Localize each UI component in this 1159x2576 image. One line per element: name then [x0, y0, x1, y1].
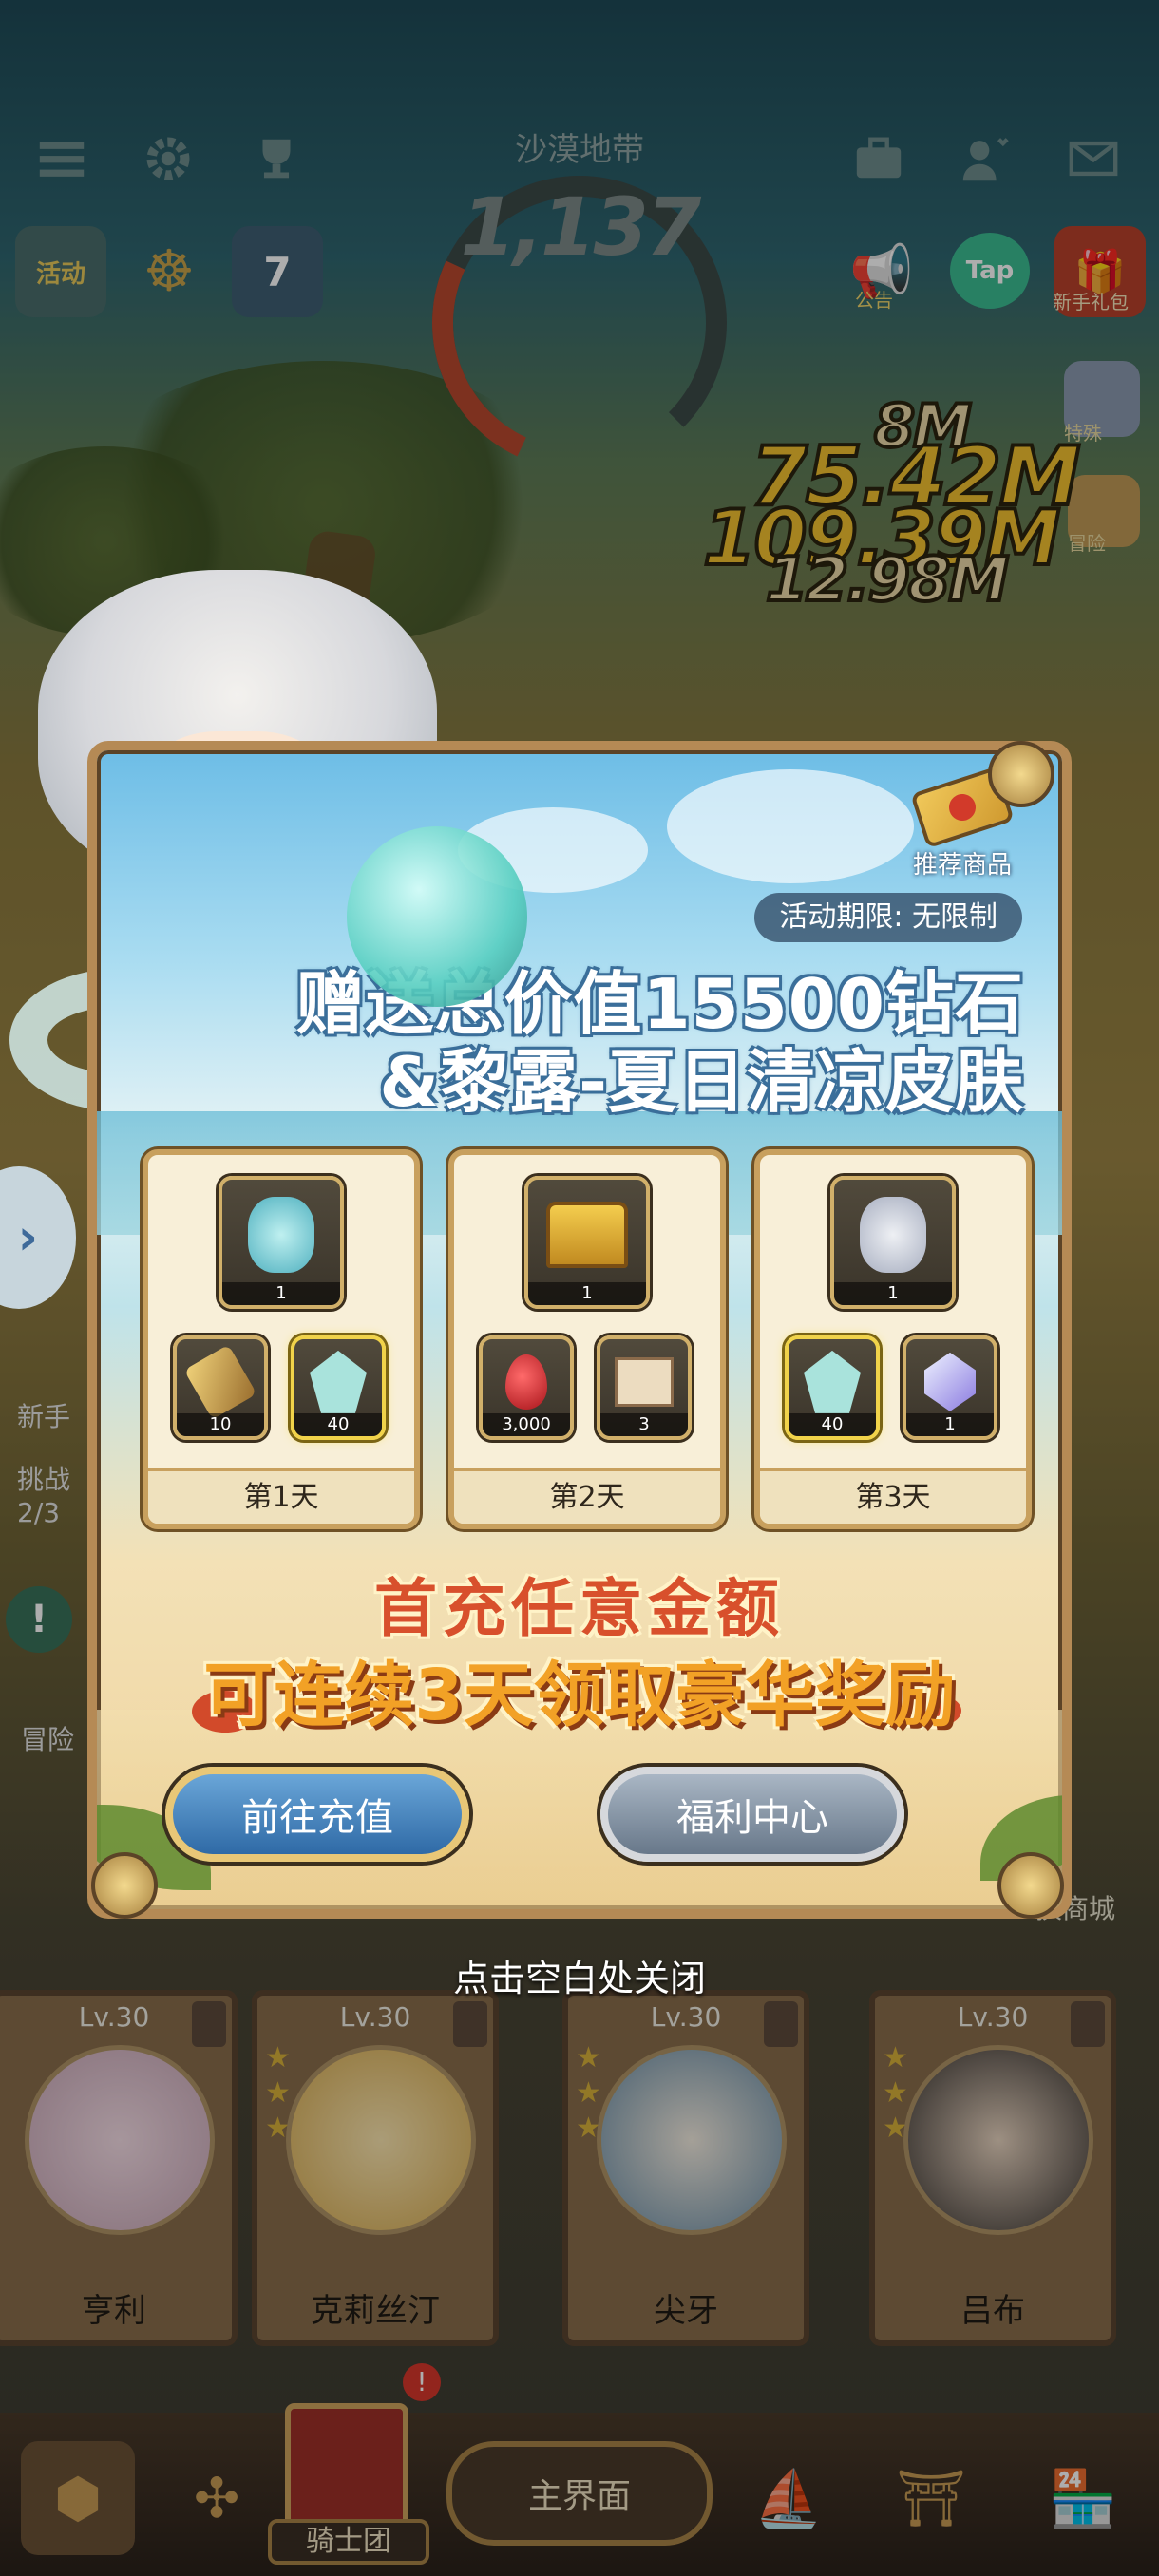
reward-item[interactable]: 1 [902, 1335, 998, 1440]
scroll-icon [183, 1344, 257, 1420]
reward-item[interactable]: 1 [830, 1176, 956, 1309]
reward-item[interactable]: 3,000 [479, 1335, 574, 1440]
first-recharge-popup: 推荐商品 活动期限: 无限制 赠送总价值15500钻石 &黎露-夏日清凉皮肤 1… [87, 741, 1072, 1919]
hero-shard-icon [804, 1350, 861, 1413]
frame-corner-ornament [91, 1852, 158, 1919]
promo-line2: 可连续3天领取豪华奖励 [203, 1655, 956, 1736]
hero-shard-icon [310, 1350, 367, 1413]
reward-qty: 1 [834, 1282, 952, 1305]
reward-qty: 1 [906, 1413, 994, 1436]
day-reward-card: 1 40 1 第3天 [754, 1149, 1032, 1529]
character-skin-icon [248, 1197, 314, 1274]
recharge-button[interactable]: 前往充值 [165, 1767, 469, 1862]
reward-item[interactable]: 1 [218, 1176, 344, 1309]
reward-qty: 1 [222, 1282, 340, 1305]
frame-corner-ornament [988, 741, 1054, 807]
reward-item[interactable]: 3 [597, 1335, 692, 1440]
recommended-label: 推荐商品 [912, 851, 1012, 880]
diamond-icon [924, 1352, 976, 1411]
reward-qty: 40 [294, 1413, 382, 1436]
event-period: 活动期限: 无限制 [754, 893, 1022, 942]
promo-line1: 首充任意金额 [374, 1572, 785, 1645]
reward-qty: 3 [600, 1413, 688, 1436]
day-reward-card: 1 10 40 第1天 [142, 1149, 420, 1529]
reward-qty: 1 [528, 1282, 646, 1305]
map-icon [615, 1356, 674, 1407]
reward-qty: 40 [788, 1413, 876, 1436]
reward-item[interactable]: 10 [173, 1335, 268, 1440]
day-reward-card: 1 3,000 3 第2天 [448, 1149, 726, 1529]
reward-item[interactable]: 1 [524, 1176, 650, 1309]
close-hint: 点击空白处关闭 [452, 1958, 706, 1999]
reward-qty: 10 [177, 1413, 264, 1436]
day-label: 第3天 [760, 1468, 1026, 1524]
day-label: 第2天 [454, 1468, 720, 1524]
cloud [667, 769, 914, 883]
red-gem-icon [505, 1354, 547, 1410]
frame-corner-ornament [998, 1852, 1064, 1919]
headline-line2: &黎露-夏日清凉皮肤 [379, 1042, 1024, 1122]
treasure-chest-icon [546, 1202, 628, 1269]
reward-item[interactable]: 40 [785, 1335, 880, 1440]
reward-qty: 3,000 [483, 1413, 570, 1436]
reward-item[interactable]: 40 [291, 1335, 386, 1440]
character-skin-icon [860, 1197, 926, 1274]
day-label: 第1天 [148, 1468, 414, 1524]
welfare-center-button[interactable]: 福利中心 [600, 1767, 904, 1862]
water-bubble-art [347, 826, 527, 1007]
